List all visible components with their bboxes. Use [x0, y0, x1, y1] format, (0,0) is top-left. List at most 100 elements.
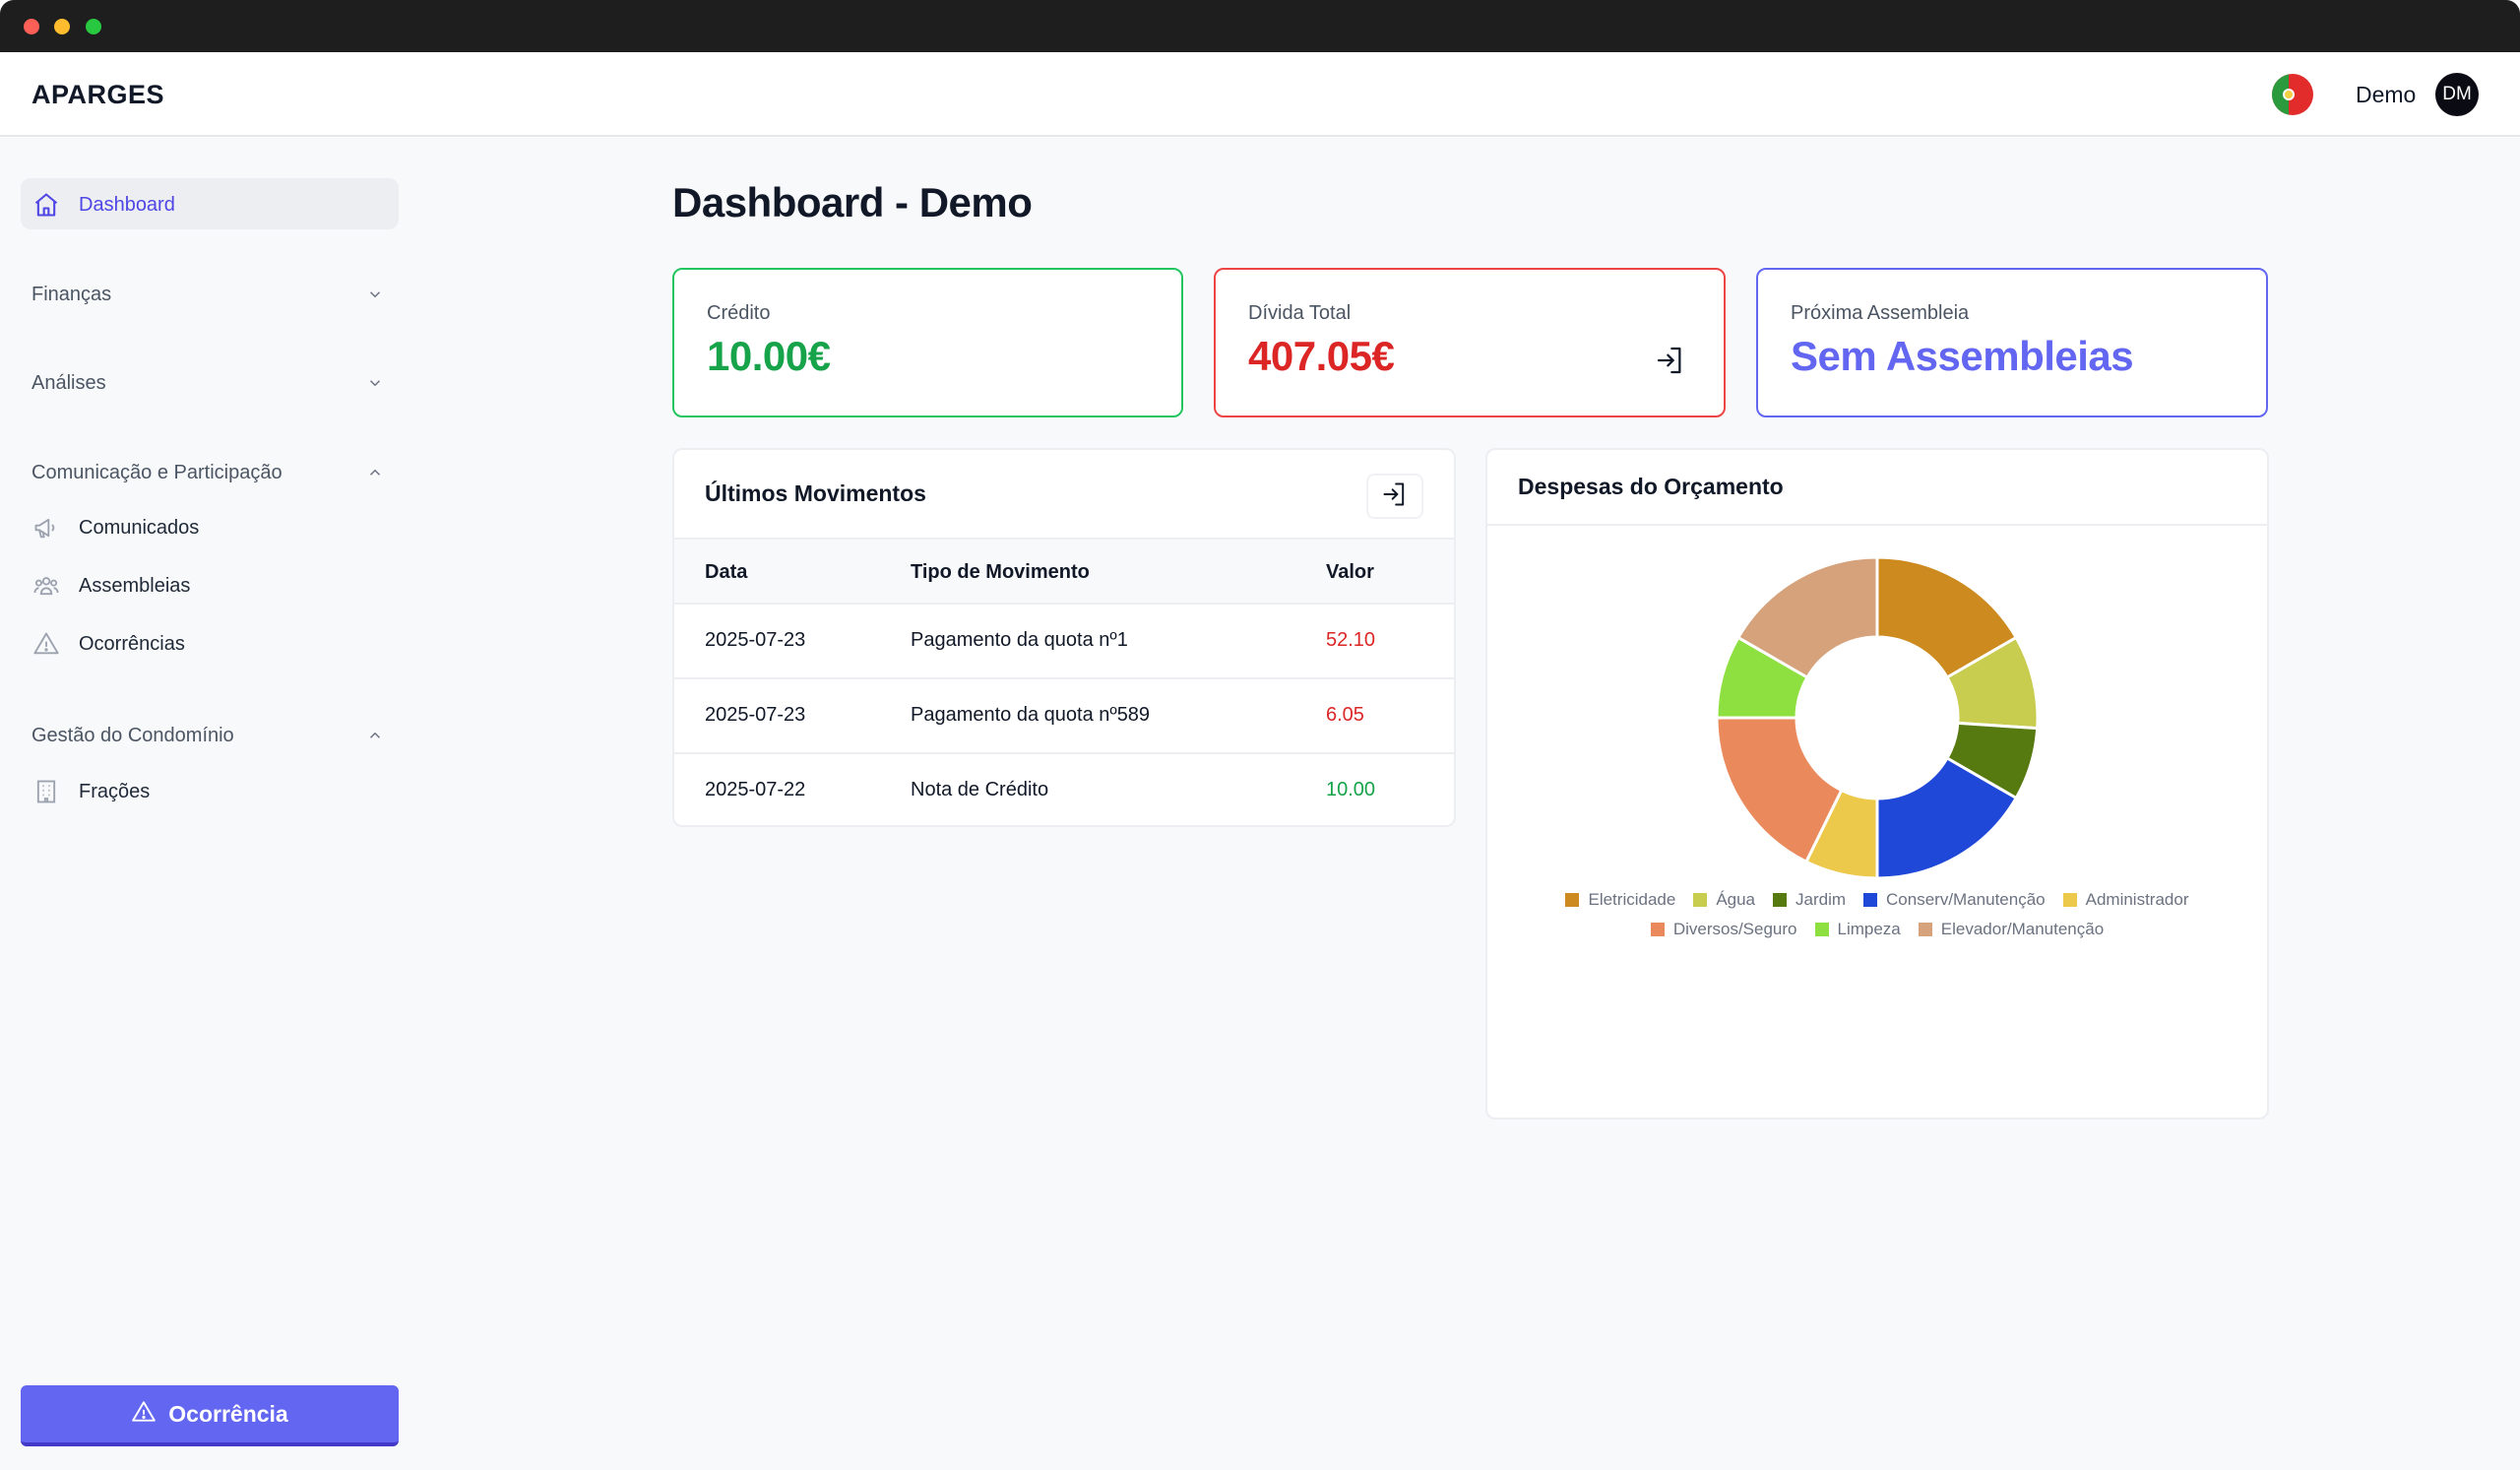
minimize-window-button[interactable] — [54, 19, 70, 34]
row-date: 2025-07-22 — [705, 779, 806, 800]
legend-item[interactable]: Água — [1693, 890, 1755, 910]
row-type: Nota de Crédito — [911, 779, 1049, 800]
legend-label: Conserv/Manutenção — [1886, 890, 2046, 909]
chevron-up-icon — [364, 462, 386, 483]
movements-header: Últimos Movimentos — [674, 450, 1454, 540]
legend-label: Administrador — [2085, 890, 2189, 909]
building-icon — [32, 777, 61, 806]
legend-item[interactable]: Jardim — [1773, 890, 1846, 910]
legend-item[interactable]: Administrador — [2062, 890, 2189, 910]
column-header-tipo: Tipo de Movimento — [911, 561, 1090, 583]
main-content: Dashboard - Demo Crédito 10.00€ Dívida T… — [413, 138, 2520, 1470]
sidebar-item-label: Ocorrências — [79, 632, 185, 655]
legend-item[interactable]: Conserv/Manutenção — [1863, 890, 2046, 910]
warning-triangle-icon — [32, 629, 61, 659]
legend-label: Jardim — [1796, 890, 1847, 909]
movements-card: Últimos Movimentos Data Tipo de Moviment… — [672, 448, 1456, 827]
table-row[interactable]: 2025-07-23 Pagamento da quota nº1 52.10 — [674, 605, 1454, 679]
legend-swatch — [1863, 893, 1878, 907]
budget-card: Despesas do Orçamento Eletricidade Água Ja… — [1485, 448, 2269, 1119]
sidebar-section-label: Finanças — [32, 283, 112, 305]
legend-item[interactable]: Eletricidade — [1565, 890, 1675, 910]
sidebar-section-analises[interactable]: Análises — [32, 365, 386, 401]
debt-card: Dívida Total 407.05€ — [1214, 268, 1726, 417]
table-header: Data Tipo de Movimento Valor — [674, 540, 1454, 605]
report-button-label: Ocorrência — [168, 1400, 288, 1427]
legend-swatch — [1650, 923, 1665, 936]
legend-swatch — [1814, 923, 1829, 936]
avatar[interactable]: DM — [2435, 73, 2479, 116]
enter-icon[interactable] — [1655, 345, 1686, 376]
column-header-valor: Valor — [1326, 561, 1374, 583]
legend-label: Eletricidade — [1588, 890, 1676, 909]
window-titlebar — [0, 0, 2520, 52]
sidebar-item-comunicados[interactable]: Comunicados — [32, 513, 199, 543]
sidebar-item-dashboard-row[interactable]: Dashboard — [32, 190, 175, 220]
chevron-down-icon — [364, 372, 386, 394]
legend-label: Água — [1716, 890, 1756, 909]
debt-label: Dívida Total — [1248, 302, 1352, 324]
credit-value: 10.00€ — [707, 333, 831, 379]
maximize-window-button[interactable] — [86, 19, 101, 34]
column-header-data: Data — [705, 561, 748, 583]
legend-label: Elevador/Manutenção — [1940, 920, 2105, 938]
legend-line: Diversos/Seguro Limpeza Elevador/Manutençã… — [1487, 915, 2267, 944]
sidebar: Dashboard Finanças Análises Comunicação … — [0, 138, 413, 1470]
sidebar-item-label: Frações — [79, 780, 151, 802]
page-title: Dashboard - Demo — [672, 179, 1033, 225]
legend-label: Limpeza — [1837, 920, 1901, 938]
chevron-up-icon — [364, 725, 386, 746]
next-assembly-value: Sem Assembleias — [1791, 333, 2134, 379]
sidebar-item-fracoes[interactable]: Frações — [32, 777, 150, 806]
legend-label: Diversos/Seguro — [1672, 920, 1797, 938]
sidebar-item-assembleias[interactable]: Assembleias — [32, 571, 190, 601]
sidebar-item-label: Dashboard — [79, 193, 175, 216]
credit-label: Crédito — [707, 302, 771, 324]
open-movements-button[interactable] — [1366, 474, 1423, 519]
legend-swatch — [1773, 893, 1788, 907]
sidebar-item-ocorrencias[interactable]: Ocorrências — [32, 629, 185, 659]
sidebar-section-comunicacao[interactable]: Comunicação e Participação — [32, 455, 386, 490]
next-assembly-card: Próxima Assembleia Sem Assembleias — [1756, 268, 2268, 417]
close-window-button[interactable] — [24, 19, 39, 34]
chevron-down-icon — [364, 284, 386, 305]
row-value: 52.10 — [1326, 629, 1376, 651]
legend-swatch — [1693, 893, 1708, 907]
sidebar-section-label: Gestão do Condomínio — [32, 724, 234, 746]
warning-triangle-icon — [131, 1399, 157, 1430]
report-occurrence-button[interactable]: Ocorrência — [21, 1385, 399, 1446]
legend-item[interactable]: Diversos/Seguro — [1650, 920, 1797, 939]
home-icon — [32, 190, 61, 220]
legend-swatch — [2062, 893, 2077, 907]
budget-header: Despesas do Orçamento — [1487, 450, 2267, 526]
sidebar-section-gestao[interactable]: Gestão do Condomínio — [32, 718, 386, 753]
row-date: 2025-07-23 — [705, 704, 806, 726]
movements-title: Últimos Movimentos — [705, 480, 926, 506]
legend-line: Eletricidade Água Jardim Conserv/Manutenção… — [1487, 885, 2267, 915]
sidebar-section-financas[interactable]: Finanças — [32, 277, 386, 312]
next-assembly-label: Próxima Assembleia — [1791, 302, 1970, 324]
brand-logo[interactable]: APARGES — [32, 80, 164, 110]
table-row[interactable]: 2025-07-23 Pagamento da quota nº589 6.05 — [674, 679, 1454, 754]
flag-portugal-icon[interactable] — [2272, 74, 2313, 115]
user-name[interactable]: Demo — [2356, 82, 2416, 108]
budget-donut-chart[interactable] — [1487, 526, 2267, 880]
row-type: Pagamento da quota nº1 — [911, 629, 1128, 651]
legend-swatch — [1565, 893, 1580, 907]
chart-legend: Eletricidade Água Jardim Conserv/Manutenção… — [1487, 885, 2267, 944]
sidebar-item-label: Assembleias — [79, 574, 191, 597]
row-value: 6.05 — [1326, 704, 1364, 726]
sidebar-section-label: Análises — [32, 371, 106, 394]
budget-title: Despesas do Orçamento — [1518, 474, 1784, 499]
users-icon — [32, 571, 61, 601]
legend-swatch — [1918, 923, 1932, 936]
sidebar-section-label: Comunicação e Participação — [32, 461, 283, 483]
legend-item[interactable]: Elevador/Manutenção — [1918, 920, 2105, 939]
app-header: APARGES Demo DM — [0, 52, 2520, 137]
table-row[interactable]: 2025-07-22 Nota de Crédito 10.00 — [674, 754, 1454, 825]
enter-icon — [1381, 480, 1409, 513]
row-value: 10.00 — [1326, 779, 1376, 800]
legend-item[interactable]: Limpeza — [1814, 920, 1901, 939]
debt-value: 407.05€ — [1248, 333, 1395, 379]
sidebar-item-label: Comunicados — [79, 516, 200, 539]
